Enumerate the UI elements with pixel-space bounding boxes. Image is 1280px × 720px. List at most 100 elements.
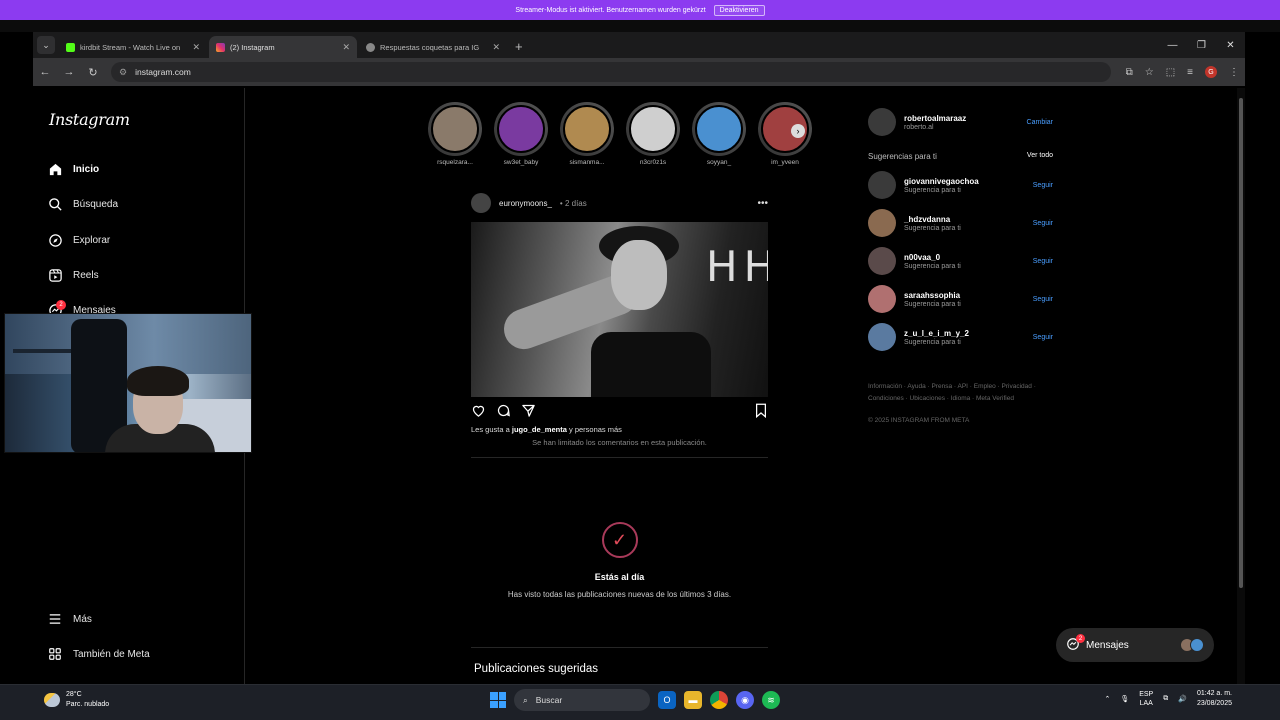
story-item[interactable]: sw3et_baby bbox=[493, 102, 549, 166]
suggestion-avatar[interactable] bbox=[868, 285, 896, 313]
suggestion-subtitle: Sugerencia para ti bbox=[904, 186, 961, 194]
current-username[interactable]: robertoalmaraaz bbox=[904, 114, 966, 123]
nav-also-from-meta[interactable]: También de Meta bbox=[47, 643, 150, 665]
story-ring bbox=[626, 102, 680, 156]
post-author-avatar[interactable] bbox=[471, 193, 491, 213]
follow-button[interactable]: Seguir bbox=[1033, 220, 1053, 227]
discord-icon[interactable]: ◉ bbox=[736, 691, 754, 709]
show-hidden-icons[interactable]: ⌃ bbox=[1104, 695, 1110, 703]
messages-floating-button[interactable]: 2 Mensajes bbox=[1056, 628, 1214, 662]
see-all-link[interactable]: Ver todo bbox=[1027, 152, 1053, 161]
webcam-wall bbox=[5, 314, 251, 374]
tab-instagram[interactable]: (2) Instagram ✕ bbox=[209, 36, 357, 58]
reels-icon bbox=[47, 267, 63, 283]
bookmark-star-icon[interactable]: ☆ bbox=[1145, 67, 1154, 78]
follow-button[interactable]: Seguir bbox=[1033, 296, 1053, 303]
install-app-icon[interactable]: ⧉ bbox=[1126, 67, 1133, 78]
media-controls-icon[interactable]: ≡ bbox=[1187, 67, 1193, 78]
close-window-icon[interactable]: ✕ bbox=[1216, 40, 1245, 51]
file-explorer-icon[interactable]: ▬ bbox=[684, 691, 702, 709]
chrome-icon[interactable] bbox=[710, 691, 728, 709]
switch-account-link[interactable]: Cambiar bbox=[1027, 119, 1053, 126]
stories-next-icon[interactable]: › bbox=[791, 124, 805, 138]
suggestion-username[interactable]: _hdzvdanna bbox=[904, 215, 961, 224]
outlook-icon[interactable]: O bbox=[658, 691, 676, 709]
suggestion-username[interactable]: z_u_l_e_i_m_y_2 bbox=[904, 329, 969, 338]
spotify-icon[interactable]: ≋ bbox=[762, 691, 780, 709]
user-avatar[interactable] bbox=[868, 108, 896, 136]
close-tab-icon[interactable]: ✕ bbox=[492, 42, 500, 53]
more-options-icon[interactable]: ••• bbox=[757, 198, 768, 209]
close-tab-icon[interactable]: ✕ bbox=[342, 42, 350, 53]
post-image-face bbox=[611, 240, 667, 310]
story-ring bbox=[692, 102, 746, 156]
address-bar[interactable]: ⚙ instagram.com bbox=[111, 62, 1111, 82]
nav-reels[interactable]: Reels bbox=[47, 264, 99, 286]
post-author[interactable]: euronymoons_ bbox=[499, 199, 552, 208]
restore-icon[interactable]: ❐ bbox=[1187, 40, 1216, 51]
nav-more[interactable]: Más bbox=[47, 608, 92, 630]
windows-start-icon[interactable] bbox=[490, 692, 506, 708]
right-rail: robertoalmaraaz roberto.al Cambiar Suger… bbox=[868, 108, 1053, 424]
new-tab-icon[interactable]: + bbox=[515, 39, 523, 54]
story-item[interactable]: n3cr0z1s bbox=[625, 102, 681, 166]
footer-links[interactable]: Información · Ayuda · Prensa · API · Emp… bbox=[868, 381, 1038, 405]
clock-date: 23/08/2025 bbox=[1196, 700, 1232, 707]
tab-kick[interactable]: kirdbit Stream - Watch Live on ✕ bbox=[59, 36, 207, 58]
tab-search-button[interactable]: ⌄ bbox=[37, 36, 55, 54]
scrollbar-thumb[interactable] bbox=[1239, 98, 1243, 588]
volume-icon[interactable]: 🔊 bbox=[1178, 695, 1187, 703]
windows-taskbar: 28°C Parc. nublado ⌕ Buscar O ▬ ◉ ≋ ⌃ 🎙 … bbox=[0, 684, 1280, 720]
deactivate-button[interactable]: Deaktivieren bbox=[713, 4, 765, 16]
section-divider bbox=[471, 647, 768, 648]
profile-avatar[interactable]: G bbox=[1205, 66, 1217, 78]
suggestion-row: giovannivegaochoa Sugerencia para ti Segui… bbox=[868, 171, 1053, 199]
likes-user[interactable]: jugo_de_menta bbox=[512, 425, 567, 434]
instagram-logo[interactable]: Instagram bbox=[49, 110, 130, 129]
back-icon[interactable]: ← bbox=[39, 66, 51, 78]
follow-button[interactable]: Seguir bbox=[1033, 258, 1053, 265]
share-icon[interactable] bbox=[521, 403, 536, 423]
suggestion-username[interactable]: saraahssophia bbox=[904, 291, 961, 300]
site-info-icon[interactable]: ⚙ bbox=[119, 67, 127, 78]
weather-widget[interactable]: 28°C Parc. nublado bbox=[44, 690, 109, 710]
follow-button[interactable]: Seguir bbox=[1033, 334, 1053, 341]
save-bookmark-icon[interactable] bbox=[754, 403, 768, 423]
tab-respuestas[interactable]: Respuestas coquetas para IG ✕ bbox=[359, 36, 507, 58]
story-item[interactable]: soyyan_ bbox=[691, 102, 747, 166]
nav-home[interactable]: Inicio bbox=[47, 158, 99, 180]
extensions-icon[interactable]: ⬚ bbox=[1166, 67, 1175, 78]
story-item[interactable]: rsquelzara... bbox=[427, 102, 483, 166]
reload-icon[interactable]: ↻ bbox=[87, 66, 99, 79]
forward-icon[interactable]: → bbox=[63, 66, 75, 78]
suggestion-avatar[interactable] bbox=[868, 323, 896, 351]
nav-explore[interactable]: Explorar bbox=[47, 229, 110, 251]
close-tab-icon[interactable]: ✕ bbox=[192, 42, 200, 53]
follow-button[interactable]: Seguir bbox=[1033, 182, 1053, 189]
network-icon[interactable]: ⧉ bbox=[1163, 695, 1168, 703]
suggestion-avatar[interactable] bbox=[868, 171, 896, 199]
taskbar-search[interactable]: ⌕ Buscar bbox=[514, 689, 650, 711]
language-indicator[interactable]: ESP LAA bbox=[1139, 690, 1153, 708]
nav-search[interactable]: Búsqueda bbox=[47, 193, 118, 215]
browser-menu-icon[interactable]: ⋮ bbox=[1229, 67, 1239, 78]
suggestion-username[interactable]: n00vaa_0 bbox=[904, 253, 961, 262]
story-item[interactable]: im_yveen bbox=[757, 102, 813, 166]
minimize-icon[interactable]: — bbox=[1158, 40, 1187, 51]
post-likes: Les gusta a jugo_de_menta y personas más bbox=[471, 425, 768, 434]
clock[interactable]: 01:42 a. m. 23/08/2025 bbox=[1197, 689, 1232, 709]
suggestion-username[interactable]: giovannivegaochoa bbox=[904, 177, 979, 186]
suggestion-avatar[interactable] bbox=[868, 247, 896, 275]
story-item[interactable]: sismanma... bbox=[559, 102, 615, 166]
suggestion-avatar[interactable] bbox=[868, 209, 896, 237]
likes-suffix[interactable]: y personas más bbox=[569, 425, 622, 434]
like-heart-icon[interactable] bbox=[471, 403, 486, 423]
microphone-icon[interactable]: 🎙 bbox=[1120, 695, 1129, 703]
suggestions-header: Sugerencias para ti Ver todo bbox=[868, 152, 1053, 161]
streamer-mode-banner: Streamer-Modus ist aktiviert. Benutzerna… bbox=[0, 0, 1280, 20]
story-username: im_yveen bbox=[771, 159, 799, 166]
page-scrollbar[interactable] bbox=[1237, 88, 1245, 684]
post-image[interactable]: HHY bbox=[471, 222, 768, 397]
comment-icon[interactable] bbox=[496, 403, 511, 423]
instagram-favicon-icon bbox=[216, 42, 225, 52]
